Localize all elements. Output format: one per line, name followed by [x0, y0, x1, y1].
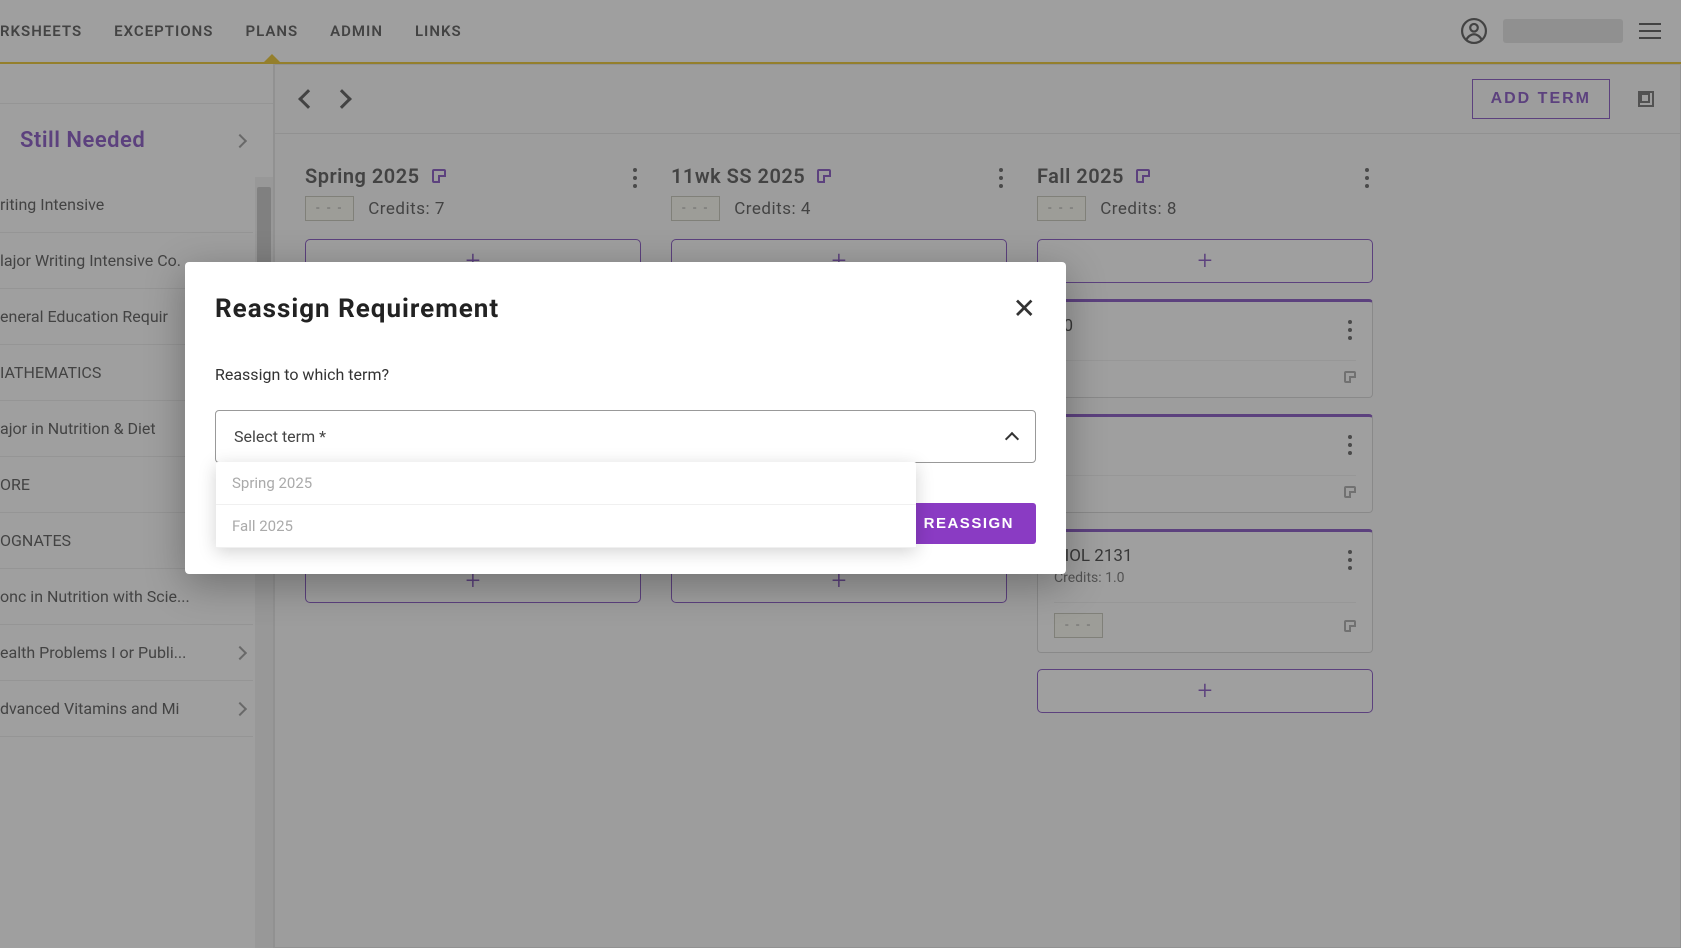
modal-prompt: Reassign to which term?: [215, 365, 1036, 384]
chevron-up-icon: [1005, 431, 1019, 445]
select-term-dropdown[interactable]: Select term * Spring 2025 Fall 2025: [215, 410, 1036, 463]
modal-title: Reassign Requirement: [215, 294, 499, 324]
reassign-button[interactable]: REASSIGN: [902, 503, 1036, 544]
select-placeholder: Select term *: [234, 427, 326, 446]
dropdown-menu: Spring 2025 Fall 2025: [216, 462, 916, 548]
dropdown-option[interactable]: Fall 2025: [216, 505, 916, 548]
modal-header: Reassign Requirement ✕: [215, 292, 1036, 325]
close-icon[interactable]: ✕: [1013, 292, 1036, 325]
dropdown-option[interactable]: Spring 2025: [216, 462, 916, 505]
reassign-modal: Reassign Requirement ✕ Reassign to which…: [185, 262, 1066, 574]
